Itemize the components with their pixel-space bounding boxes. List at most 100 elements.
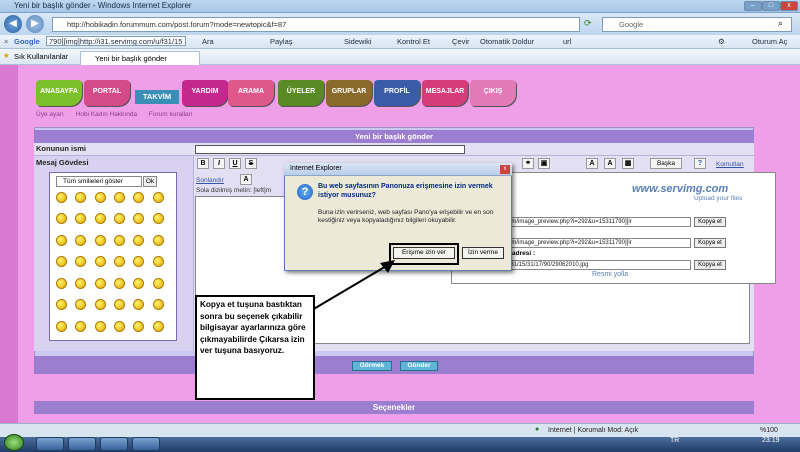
smiley-icon[interactable] [75, 299, 87, 311]
smiley-icon[interactable] [75, 277, 87, 289]
maximize-button[interactable]: □ [762, 1, 780, 11]
sublink-hakkinda[interactable]: Hobi Kadın Hakkında [76, 111, 137, 118]
close-button[interactable]: x [780, 1, 798, 11]
smiley-icon[interactable] [94, 213, 106, 225]
smiley-icon[interactable] [114, 277, 125, 289]
toolbar-item-otomatik[interactable]: Otomatik Doldur [480, 37, 534, 46]
sizes-link[interactable]: Sonlandır [196, 177, 224, 184]
copy-button-1[interactable]: Kopya et [694, 217, 726, 227]
sublink-kurallar[interactable]: Forum kuralları [149, 111, 193, 118]
smiley-icon[interactable] [114, 234, 125, 246]
smiley-icon[interactable] [94, 192, 106, 203]
smiley-icon[interactable] [114, 299, 125, 311]
smiley-icon[interactable] [94, 256, 106, 268]
nav-mesajlar[interactable]: MESAJLAR [422, 80, 468, 106]
nav-portal[interactable]: PORTAL [84, 80, 130, 106]
smiley-icon[interactable] [56, 299, 67, 311]
back-icon[interactable]: ◀ [4, 15, 22, 33]
start-button[interactable] [4, 434, 24, 451]
taskbar-app-3[interactable] [100, 437, 128, 451]
smiley-icon[interactable] [94, 277, 106, 289]
sublink-uye-ayari[interactable]: Üye ayarı [36, 111, 64, 118]
toolbar-item-cevir[interactable]: Çevir [452, 37, 470, 46]
toolbar-item-kontrol[interactable]: Kontrol Et [397, 37, 430, 46]
minimize-button[interactable]: – [744, 1, 762, 11]
nav-arama[interactable]: ARAMA [228, 80, 274, 106]
smiley-icon[interactable] [152, 234, 164, 246]
nav-profil[interactable]: PROFİL [374, 80, 420, 106]
nav-gruplar[interactable]: GRUPLAR [326, 80, 372, 106]
signin-link[interactable]: Oturum Aç [752, 37, 787, 46]
smiley-icon[interactable] [75, 192, 87, 203]
smiley-icon[interactable] [56, 277, 67, 289]
smiley-icon[interactable] [152, 213, 164, 225]
smiley-icon[interactable] [133, 299, 145, 311]
smiley-icon[interactable] [56, 213, 67, 225]
resmi-yolla-link[interactable]: Resmi yolla [592, 271, 628, 278]
smiley-icon[interactable] [56, 234, 67, 246]
nav-takvim[interactable]: TAKVİM [135, 90, 179, 104]
smiley-icon[interactable] [152, 320, 164, 332]
smiley-icon[interactable] [133, 234, 145, 246]
font-icon[interactable]: A [586, 158, 598, 169]
strike-button[interactable]: S [245, 158, 257, 169]
smiley-icon[interactable] [133, 320, 145, 332]
refresh-icon[interactable]: ⟳ [584, 18, 592, 29]
favorites-label[interactable]: Sık Kullanılanlar [14, 52, 68, 61]
comments-link[interactable]: Komutları [716, 161, 744, 168]
copy-button-2[interactable]: Kopya et [694, 238, 726, 248]
smiley-icon[interactable] [75, 320, 87, 332]
url-input[interactable]: http://hobikadin.forummum.com/post.forum… [52, 17, 580, 32]
smiley-icon[interactable] [114, 256, 125, 268]
smiley-icon[interactable] [114, 192, 125, 203]
smiley-icon[interactable] [133, 192, 145, 203]
smiley-icon[interactable] [75, 213, 87, 225]
italic-button[interactable]: I [213, 158, 225, 169]
toolbar-item-paylas[interactable]: Paylaş [270, 37, 293, 46]
smiley-ok-button[interactable]: Ok [143, 176, 157, 187]
smiley-icon[interactable] [94, 320, 106, 332]
smiley-icon[interactable] [75, 256, 87, 268]
font-size-icon[interactable]: A [240, 174, 252, 185]
link-icon[interactable]: ⚭ [522, 158, 534, 169]
smiley-icon[interactable] [75, 234, 87, 246]
smiley-icon[interactable] [114, 213, 125, 225]
search-icon[interactable]: ⌕ [778, 18, 783, 29]
preview-button[interactable]: Görmek [352, 361, 392, 371]
image-icon[interactable]: ▣ [538, 158, 550, 169]
taskbar-app-2[interactable] [68, 437, 96, 451]
underline-button[interactable]: U [229, 158, 241, 169]
smiley-icon[interactable] [152, 192, 164, 203]
deny-access-button[interactable]: İzin verme [462, 247, 504, 259]
toolbar-item-sidewiki[interactable]: Sidewiki [344, 37, 372, 46]
more-button[interactable]: Başka [650, 158, 682, 169]
taskbar-app-4[interactable] [132, 437, 160, 451]
smiley-icon[interactable] [152, 277, 164, 289]
smiley-icon[interactable] [114, 320, 125, 332]
help-icon[interactable]: ? [694, 158, 706, 169]
smiley-select[interactable]: Tüm smilieleri göster [56, 176, 142, 187]
smiley-icon[interactable] [94, 234, 106, 246]
google-query-input[interactable]: 790][img]http://i31.servimg.com/u/f31/15 [46, 36, 186, 46]
bold-button[interactable]: B [197, 158, 209, 169]
subject-input[interactable] [195, 145, 465, 154]
nav-yardim[interactable]: YARDIM [182, 80, 228, 106]
close-toolbar-icon[interactable]: × [4, 37, 8, 46]
tray-lang[interactable]: TR [670, 437, 679, 444]
toolbar-item-url[interactable]: url [563, 37, 571, 46]
dialog-close-icon[interactable]: x [500, 165, 510, 174]
nav-cikis[interactable]: ÇIKIŞ [470, 80, 516, 106]
smiley-icon[interactable] [56, 320, 67, 332]
search-input[interactable]: Google [602, 17, 792, 32]
nav-anasayfa[interactable]: ANASAYFA [36, 80, 82, 106]
zoom-level[interactable]: %100 [760, 427, 778, 434]
smiley-icon[interactable] [152, 256, 164, 268]
smiley-icon[interactable] [133, 256, 145, 268]
smiley-icon[interactable] [133, 213, 145, 225]
smiley-icon[interactable] [152, 299, 164, 311]
toolbar-item-ara[interactable]: Ara [202, 37, 214, 46]
nav-uyeler[interactable]: ÜYELER [278, 80, 324, 106]
send-button[interactable]: Gönder [400, 361, 438, 371]
smiley-icon[interactable] [56, 192, 67, 203]
table-icon[interactable]: ▦ [622, 158, 634, 169]
